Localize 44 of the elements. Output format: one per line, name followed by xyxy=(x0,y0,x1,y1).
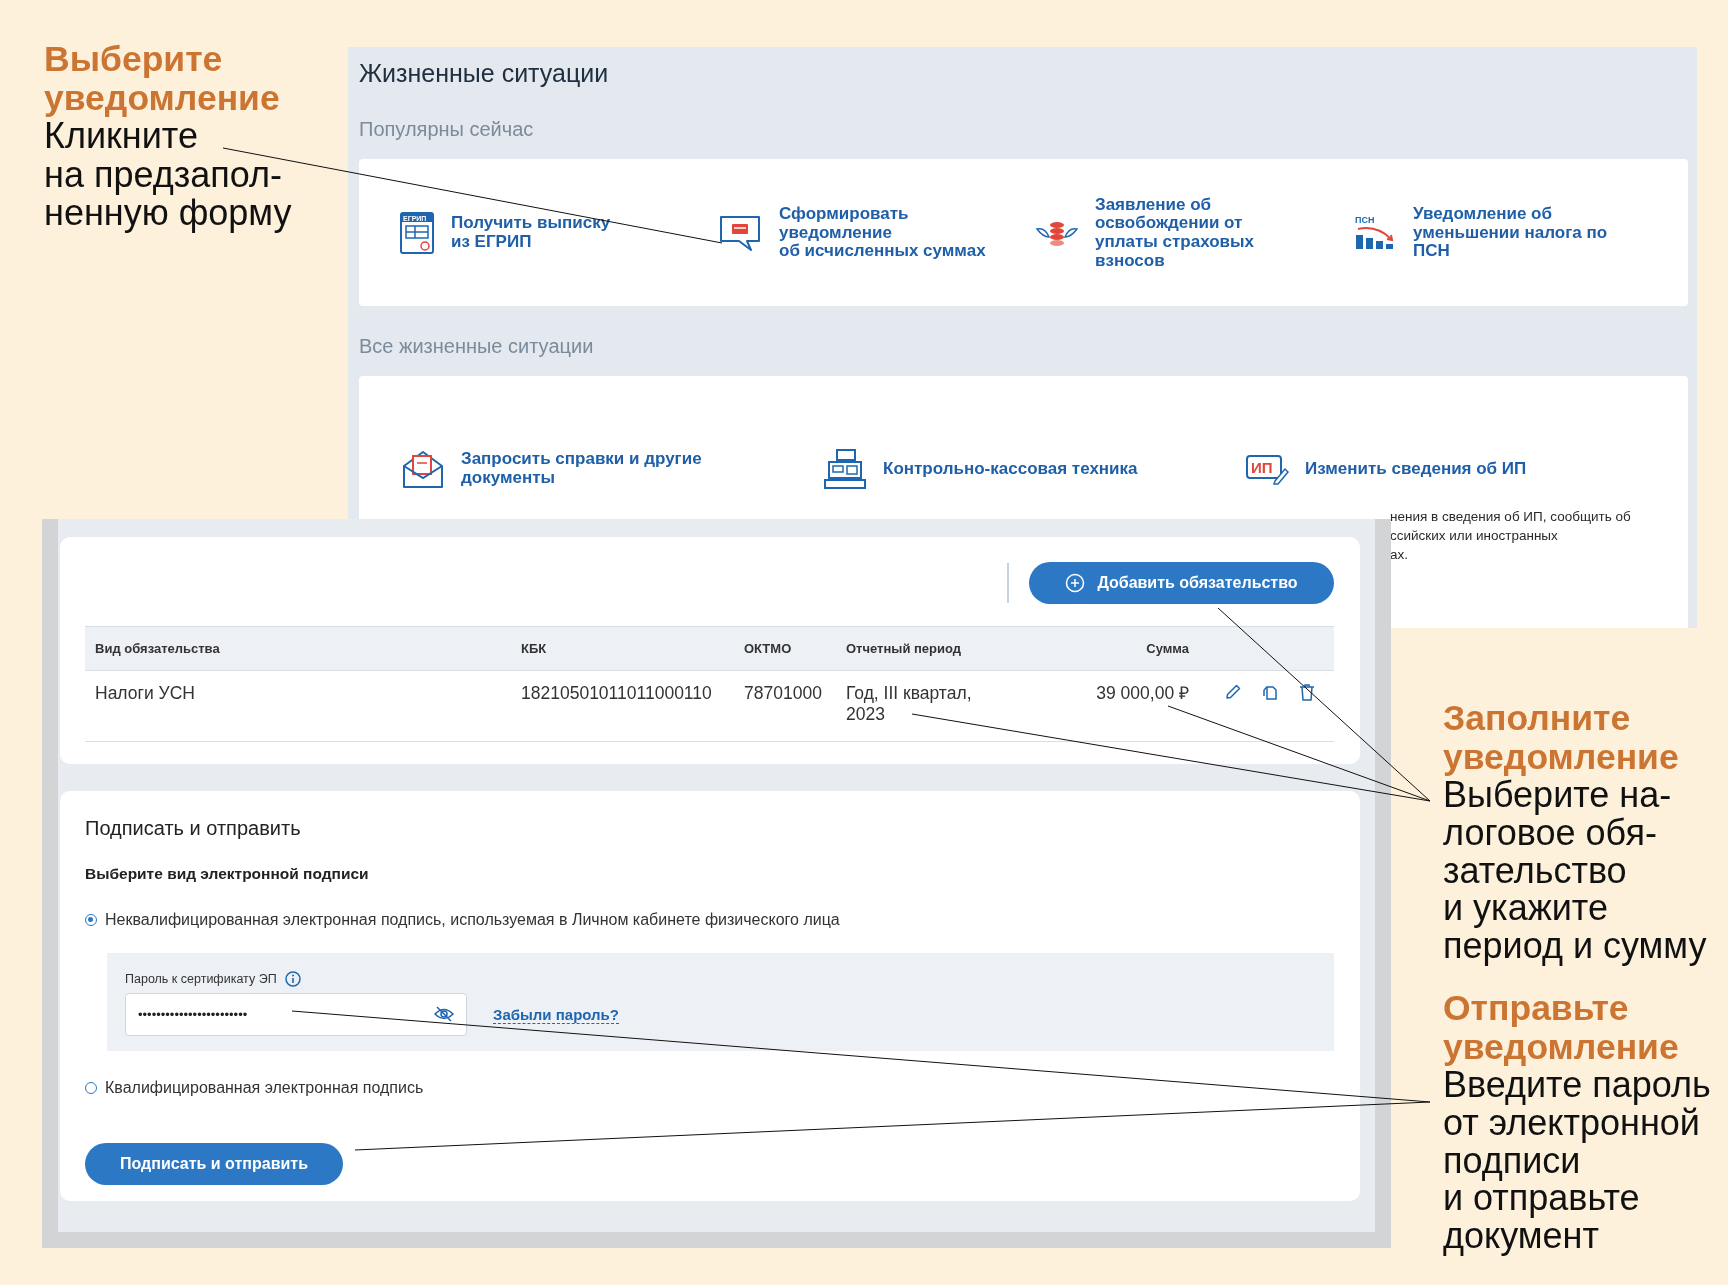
section-title: Подписать и отправить xyxy=(85,816,302,841)
table-cell-text: 18210501011011000110 xyxy=(520,682,713,704)
trash-icon[interactable] xyxy=(1298,683,1316,701)
table-cell-text: Налоги УСН xyxy=(94,682,196,704)
callout-heading: Заполните уведомление xyxy=(1443,699,1680,777)
callout-text: Введите пароль от электронной подписи и отправьте документ xyxy=(1443,1066,1712,1255)
page-title: Жизненные ситуации xyxy=(359,58,610,89)
situation-description: нения в сведения об ИП, сообщить об ссийских или иностранных ах. xyxy=(1390,508,1632,564)
copy-icon[interactable] xyxy=(1261,683,1279,701)
situation-link[interactable]: ИП Изменить сведения об ИП xyxy=(1245,441,1667,497)
column-header: Вид обязательства xyxy=(94,641,221,656)
chat-bubble-icon xyxy=(717,213,763,253)
callout-heading: Отправьте уведомление xyxy=(1443,989,1680,1067)
cash-register-icon xyxy=(823,448,867,490)
radio-label: Неквалифицированная электронная подпись, используемая в Личном кабинете физического лица xyxy=(105,911,840,929)
situation-link[interactable]: Запросить справки и другие документы xyxy=(401,441,823,497)
info-icon[interactable] xyxy=(284,971,301,987)
table-cell-text: 78701000 xyxy=(743,682,823,704)
plus-circle-icon xyxy=(1065,573,1086,593)
radio-label: Квалифицированная электронная подпись xyxy=(105,1079,424,1097)
pencil-icon[interactable] xyxy=(1224,683,1242,701)
password-field[interactable]: •••••••••••••••••••••••• xyxy=(125,993,467,1036)
column-header: ОКТМО xyxy=(743,641,793,656)
column-header: Сумма xyxy=(1145,641,1190,656)
callout-text: Кликните на предзапол- ненную форму xyxy=(44,117,293,233)
sign-and-send-button[interactable]: Подписать и отправить xyxy=(85,1143,343,1185)
forgot-password-link[interactable]: Забыли пароль? xyxy=(493,1005,619,1024)
situation-link[interactable]: Контрольно-кассовая техника xyxy=(823,441,1245,497)
column-header: Отчетный период xyxy=(845,641,963,656)
envelope-icon xyxy=(401,448,445,490)
add-obligation-button[interactable]: Добавить обязательство xyxy=(1029,562,1334,604)
situation-link[interactable]: Заявление об освобождении от уплаты страховых взносов xyxy=(1035,197,1353,269)
table-cell-text: Год, III квартал, 2023 xyxy=(845,682,973,725)
callout-heading: Выберите уведомление xyxy=(44,40,281,118)
table-cell-text: 39 000,00 ₽ xyxy=(1095,682,1190,704)
callout-text: Выберите на- логовое обя- зательство и укажите период и сумму xyxy=(1443,776,1708,965)
section-heading: Все жизненные ситуации xyxy=(359,334,595,359)
situation-link[interactable]: ПСН Уведомление об уменьшении налога по ПСН xyxy=(1353,197,1671,269)
situation-link[interactable]: Сформировать уведомление об исчисленных суммах xyxy=(717,197,1035,269)
column-header: КБК xyxy=(520,641,548,656)
eye-slash-icon[interactable] xyxy=(433,1005,455,1023)
field-label: Пароль к сертификату ЭП xyxy=(125,972,277,986)
field-label: Выберите вид электронной подписи xyxy=(85,865,370,883)
section-heading: Популярны сейчас xyxy=(359,117,535,142)
